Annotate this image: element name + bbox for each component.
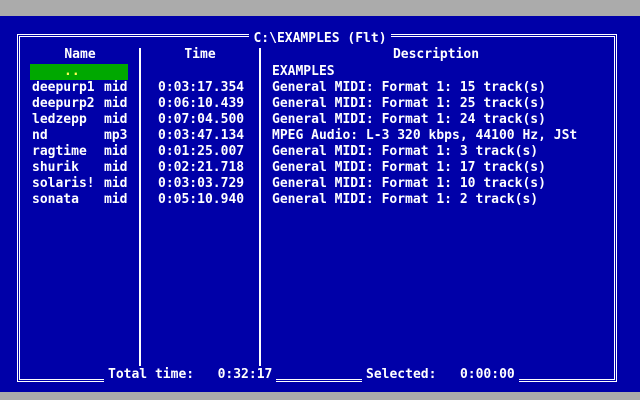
app-title-bar: Digital Sound System version 3.-1. Copyr… (0, 0, 640, 31)
selected-time-label: Selected: (366, 367, 437, 382)
column-header-time[interactable]: Time (142, 47, 258, 63)
file-list-row[interactable]: EXAMPLES (0, 64, 640, 80)
file-list-row[interactable]: solaris! mid 0:03:03.729 General MIDI: Form… (0, 176, 640, 192)
file-list-row[interactable]: nd mp3 0:03:47.134 MPEG Audio: L-3 320 kbps… (0, 128, 640, 144)
file-duration: 0:05:10.940 (158, 192, 245, 207)
file-description: General MIDI: Format 1: 24 track(s) (272, 112, 546, 127)
file-description: General MIDI: Format 1: 2 track(s) (272, 192, 539, 207)
file-list-row[interactable]: sonata mid 0:05:10.940 General MIDI: Format… (0, 192, 640, 208)
file-duration (158, 64, 258, 80)
file-description: EXAMPLES (272, 64, 335, 79)
file-duration: 0:01:25.007 (158, 144, 245, 159)
file-description: General MIDI: Format 1: 17 track(s) (272, 160, 546, 175)
file-list-row[interactable]: ragtime mid 0:01:25.007 General MIDI: Forma… (0, 144, 640, 160)
file-duration: 0:03:47.134 (158, 128, 245, 143)
file-extension: mid (104, 160, 128, 175)
file-description: General MIDI: Format 1: 10 track(s) (272, 176, 546, 191)
file-extension: mid (104, 80, 128, 95)
file-duration: 0:03:03.729 (158, 176, 245, 191)
file-duration: 0:06:10.439 (158, 96, 245, 111)
panel-path: C:\EXAMPLES (Flt) (249, 31, 391, 46)
file-extension: mid (104, 144, 128, 159)
file-extension: mid (104, 96, 128, 111)
total-time-value: 0:32:17 (217, 367, 273, 382)
total-time-status: Total time: 0:32:17 (104, 367, 277, 383)
file-description: General MIDI: Format 1: 25 track(s) (272, 96, 546, 111)
file-duration: 0:03:17.354 (158, 80, 245, 95)
selected-time-value: 0:00:00 (459, 367, 515, 382)
file-extension: mid (104, 112, 128, 127)
app-title: Digital Sound System version 3.-1. Copyr… (46, 16, 610, 31)
file-list-row[interactable]: shurik mid 0:02:21.718 General MIDI: Format… (0, 160, 640, 176)
total-time-label: Total time: (108, 367, 195, 382)
file-duration: 0:02:21.718 (158, 160, 245, 175)
file-duration: 0:07:04.500 (158, 112, 245, 127)
file-extension: mid (104, 176, 128, 191)
file-list-row[interactable]: deepurp1 mid 0:03:17.354 General MIDI: Form… (0, 80, 640, 96)
column-header-description[interactable]: Description (262, 47, 610, 63)
file-description: General MIDI: Format 1: 15 track(s) (272, 80, 546, 95)
file-extension: mp3 (104, 128, 128, 143)
bottom-status-bar (0, 392, 640, 400)
file-extension (104, 64, 132, 80)
file-description: MPEG Audio: L-3 320 kbps, 44100 Hz, JSt (272, 128, 578, 143)
panel-path-title: C:\EXAMPLES (Flt) (0, 31, 640, 47)
selected-time-status: Selected: 0:00:00 (362, 367, 519, 383)
file-list-row[interactable]: deepurp2 mid 0:06:10.439 General MIDI: Form… (0, 96, 640, 112)
file-description: General MIDI: Format 1: 3 track(s) (272, 144, 539, 159)
file-extension: mid (104, 192, 128, 207)
file-list-row[interactable]: ledzepp mid 0:07:04.500 General MIDI: Forma… (0, 112, 640, 128)
column-header-name[interactable]: Name (30, 47, 130, 63)
